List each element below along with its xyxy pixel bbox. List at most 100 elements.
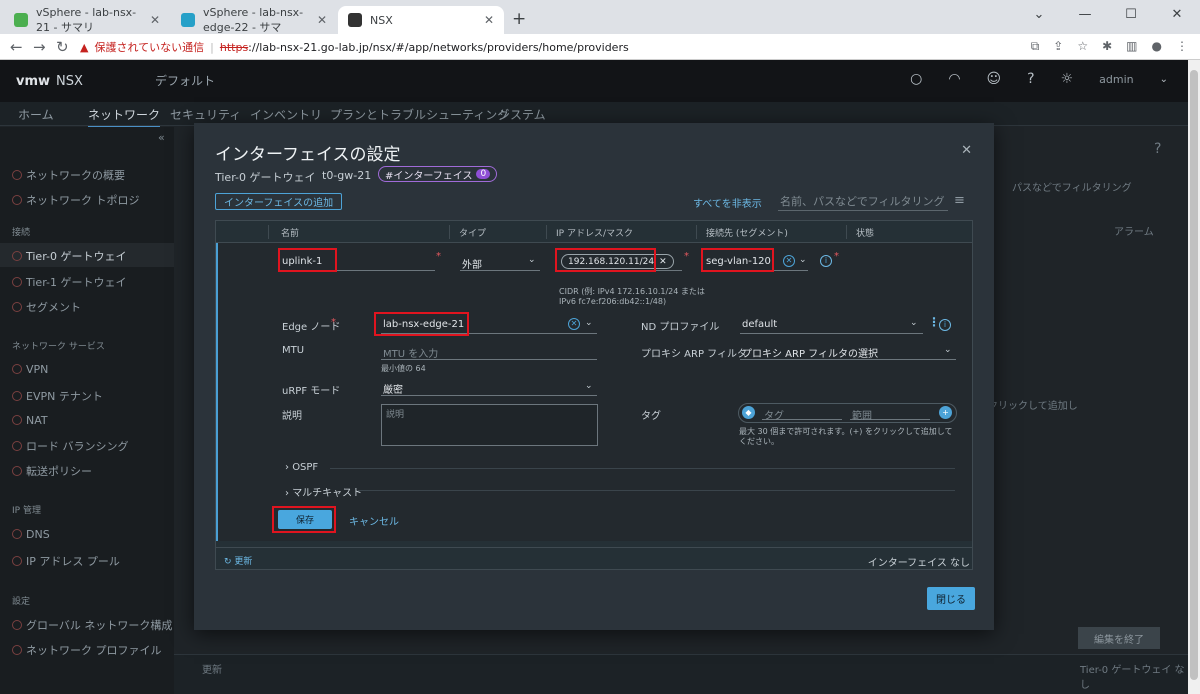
- user-menu[interactable]: admin: [1099, 73, 1133, 86]
- description-textarea[interactable]: 説明: [381, 404, 598, 446]
- sidebar-item-ip-pool[interactable]: IP アドレス プール: [12, 553, 120, 569]
- browser-tab[interactable]: vSphere - lab-nsx-edge-22 - サマ ✕: [171, 6, 337, 34]
- ospf-section-toggle[interactable]: › OSPF: [285, 462, 318, 473]
- sidebar-item-vpn[interactable]: VPN: [12, 363, 48, 376]
- sidebar-item-tier1[interactable]: Tier-1 ゲートウェイ: [12, 274, 127, 290]
- refresh-button[interactable]: ↻ 更新: [224, 554, 252, 567]
- close-tab-icon[interactable]: ✕: [317, 13, 327, 27]
- bookmark-star-icon[interactable]: ☆: [1077, 39, 1088, 54]
- search-icon[interactable]: ○: [910, 71, 922, 87]
- col-segment[interactable]: 接続先 (セグメント): [706, 226, 788, 239]
- smiley-icon[interactable]: ☺: [987, 71, 1002, 87]
- cancel-button[interactable]: キャンセル: [349, 513, 399, 528]
- col-name[interactable]: 名前: [281, 226, 299, 239]
- url-field[interactable]: ▲ 保護されていない通信 | https://lab-nsx-21.go-lab…: [80, 36, 1020, 58]
- collapse-icon[interactable]: «: [158, 131, 165, 144]
- sidebar-item-overview[interactable]: ネットワークの概要: [12, 167, 125, 183]
- back-icon[interactable]: ←: [10, 38, 23, 56]
- nav-home[interactable]: ホーム: [18, 106, 54, 123]
- share-icon[interactable]: ⇪: [1053, 39, 1063, 54]
- bg-refresh[interactable]: 更新: [202, 661, 222, 676]
- sidebar-section-connect: 接続: [12, 228, 31, 238]
- info-icon[interactable]: i: [820, 255, 832, 267]
- warning-icon: ▲: [80, 40, 89, 54]
- help-circle-icon[interactable]: ?: [1154, 141, 1161, 157]
- grid-header: 名前 タイプ IP アドレス/マスク 接続先 (セグメント) 状態: [216, 221, 972, 243]
- nav-system[interactable]: システム: [498, 106, 546, 123]
- chevron-down-icon[interactable]: ⌄: [528, 255, 536, 265]
- nav-plan-troubleshoot[interactable]: プランとトラブルシューティング: [330, 106, 509, 123]
- sidebar-item-evpn[interactable]: EVPN テナント: [12, 388, 103, 404]
- help-icon[interactable]: ?: [1027, 71, 1034, 87]
- filter-icon[interactable]: ≡: [954, 193, 965, 208]
- sidebar-item-forwarding[interactable]: 転送ポリシー: [12, 463, 92, 479]
- info-icon[interactable]: i: [939, 319, 951, 331]
- filter-input[interactable]: 名前、パスなどでフィルタリング: [778, 193, 948, 211]
- translate-icon[interactable]: ⧉: [1031, 39, 1040, 54]
- brand-logo: vmw NSX: [16, 73, 83, 89]
- tag-input[interactable]: タグ: [762, 404, 842, 422]
- sidebar-item-nat[interactable]: NAT: [12, 414, 48, 427]
- interface-count-badge: #インターフェイス 0: [378, 166, 498, 182]
- sidebar-section-ip: IP 管理: [12, 506, 41, 516]
- col-type[interactable]: タイプ: [459, 226, 486, 239]
- close-tab-icon[interactable]: ✕: [484, 13, 494, 27]
- extensions-icon[interactable]: ✱: [1102, 39, 1112, 54]
- highlight-box: [278, 248, 337, 272]
- project-selector[interactable]: デフォルト: [155, 72, 215, 89]
- sidebar-item-segment[interactable]: セグメント: [12, 299, 81, 315]
- sidebar-item-topology[interactable]: ネットワーク トポロジ: [12, 192, 140, 208]
- menu-icon[interactable]: ⋮: [1176, 39, 1188, 54]
- col-status[interactable]: 状態: [856, 226, 874, 239]
- mtu-input[interactable]: MTU を入力: [381, 342, 597, 360]
- nsx-favicon-icon: [348, 13, 362, 27]
- close-button[interactable]: 閉じる: [927, 587, 975, 610]
- close-window-button[interactable]: ✕: [1154, 0, 1200, 34]
- sidepanel-icon[interactable]: ▥: [1126, 39, 1137, 54]
- multicast-section-toggle[interactable]: › マルチキャスト: [285, 484, 362, 499]
- user-chevron-icon[interactable]: ⌄: [1160, 74, 1168, 85]
- tag-icon: ◆: [742, 406, 755, 419]
- close-icon[interactable]: ✕: [961, 143, 972, 158]
- end-edit-button[interactable]: 編集を終了: [1078, 627, 1160, 649]
- nd-profile-select[interactable]: default: [740, 316, 923, 334]
- sidebar-item-profiles[interactable]: ネットワーク プロファイル: [12, 642, 162, 658]
- highlight-box: [272, 506, 336, 533]
- nav-security[interactable]: セキュリティ: [170, 106, 241, 123]
- chevron-down-icon[interactable]: ⌄: [799, 255, 807, 265]
- nav-inventory[interactable]: インベントリ: [250, 106, 322, 123]
- minimize-button[interactable]: —: [1062, 0, 1108, 34]
- maximize-button[interactable]: ☐: [1108, 0, 1154, 34]
- sidebar-item-dns[interactable]: DNS: [12, 528, 50, 541]
- clear-icon[interactable]: ✕: [568, 318, 580, 330]
- col-ip[interactable]: IP アドレス/マスク: [556, 226, 633, 239]
- chevron-down-icon[interactable]: ⌄: [585, 381, 593, 391]
- bell-icon[interactable]: ◠: [948, 71, 960, 87]
- reload-icon[interactable]: ↻: [56, 38, 69, 56]
- forward-icon[interactable]: →: [33, 38, 46, 56]
- browser-tab[interactable]: vSphere - lab-nsx-21 - サマリ ✕: [4, 6, 170, 34]
- chevron-down-icon[interactable]: ⌄: [1016, 0, 1062, 34]
- urpf-select[interactable]: 厳密: [381, 378, 597, 396]
- interface-none-label: インターフェイス なし: [867, 558, 970, 569]
- profile-avatar-icon[interactable]: ●: [1152, 39, 1162, 54]
- hide-all-link[interactable]: すべてを非表示: [693, 195, 762, 210]
- sidebar-item-global[interactable]: グローバル ネットワーク構成: [12, 617, 172, 633]
- new-tab-button[interactable]: +: [512, 9, 526, 29]
- proxy-arp-select[interactable]: プロキシ ARP フィルタの選択: [740, 342, 956, 360]
- clear-icon[interactable]: ✕: [783, 255, 795, 267]
- nav-networking[interactable]: ネットワーク: [88, 106, 161, 128]
- theme-icon[interactable]: ☼: [1061, 71, 1074, 87]
- chevron-down-icon[interactable]: ⌄: [585, 318, 593, 328]
- scope-input[interactable]: 範囲: [850, 404, 930, 422]
- add-tag-icon[interactable]: +: [939, 406, 952, 419]
- page-scrollbar[interactable]: [1188, 60, 1200, 694]
- browser-tab-active[interactable]: NSX ✕: [338, 6, 504, 34]
- sidebar-item-tier0[interactable]: Tier-0 ゲートウェイ: [12, 248, 127, 264]
- chevron-down-icon[interactable]: ⌄: [944, 345, 952, 355]
- chevron-down-icon[interactable]: ⌄: [910, 318, 918, 328]
- more-vertical-icon[interactable]: ⋮: [928, 315, 940, 329]
- close-tab-icon[interactable]: ✕: [150, 13, 160, 27]
- sidebar-item-lb[interactable]: ロード バランシング: [12, 438, 129, 454]
- add-interface-button[interactable]: インターフェイスの追加: [215, 193, 343, 210]
